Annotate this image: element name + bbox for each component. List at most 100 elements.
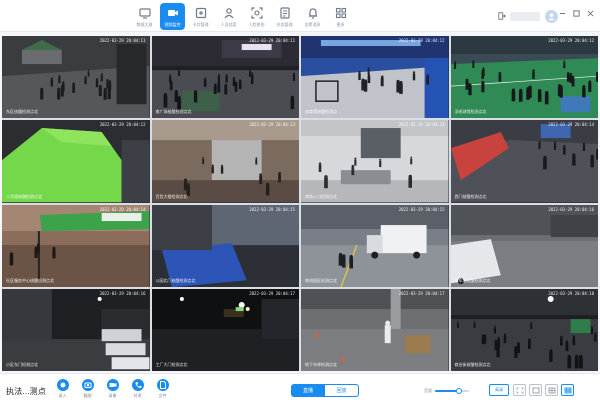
camera-name: 体育馆核酸检测点 (305, 109, 337, 115)
place-title: 执法...测点 (6, 387, 47, 396)
tool-file-button[interactable]: 文件 (154, 379, 171, 399)
main-nav: 数据大屏 视频监控 卡口管理 人员档案 人脸抓拍 任务管理 告警消息 更多 (132, 3, 356, 30)
tool-icon-wrap (56, 379, 69, 391)
tool-screenshot-button[interactable]: 截图 (79, 379, 96, 399)
video-frame (2, 120, 150, 203)
tool-phone-button[interactable]: 对讲 (129, 379, 146, 399)
camera-name: 二号楼核酸检测点北 (6, 193, 42, 199)
nav-item-7[interactable]: 更多 (328, 3, 353, 30)
nav-label: 卡口管理 (192, 22, 209, 27)
camera-name: 工厂大门检测点北 (155, 362, 188, 367)
timestamp: 2022-03-29 20:04:18 (548, 290, 594, 296)
video-icon (109, 383, 116, 387)
user-area (498, 9, 558, 23)
timestamp: 2022-03-29 20:04:12 (99, 122, 146, 128)
checkpoint-icon (195, 7, 206, 19)
volume-caption: 音量 (424, 388, 432, 393)
layout-2x2-button[interactable] (545, 384, 558, 396)
nav-item-4[interactable]: 人脸抓拍 (244, 3, 269, 30)
volume-slider[interactable] (435, 388, 469, 394)
camera-name: 地下车库检测点北 (305, 362, 337, 367)
close-icon[interactable] (587, 10, 594, 17)
video-frame (301, 288, 449, 371)
timestamp: 2022-03-29 20:04:12 (548, 38, 594, 43)
camera-name: 羽毛球馆检测点北 (454, 109, 487, 115)
timestamp: 2022-03-29 20:04:11 (249, 38, 295, 43)
nav-item-6[interactable]: 告警消息 (300, 3, 325, 30)
more-icon (335, 7, 346, 19)
video-tile[interactable]: 2022-03-29 20:04:14 西门核酸检测点北 (450, 120, 598, 203)
user-name (510, 11, 540, 21)
tool-icon-wrap (156, 379, 169, 391)
timestamp: 2022-03-29 20:04:13 (249, 122, 295, 128)
camera-name: 西门核酸检测点北 (454, 193, 487, 199)
file-icon (159, 381, 166, 389)
tool-icon-wrap (131, 379, 144, 391)
camera-name: 停车场核酸检测点北 (454, 277, 491, 283)
video-tile[interactable]: 2022-03-29 20:04:13 商场入口检测点北 (301, 120, 449, 203)
layout-single-button[interactable] (529, 384, 542, 396)
camera-name: 南广场核酸检测点北 (155, 109, 192, 115)
tool-label: 截图 (83, 393, 92, 398)
video-tile[interactable]: 2022-03-29 20:04:12 二号楼核酸检测点北 (2, 120, 150, 203)
quality-button[interactable]: 高清 (489, 384, 509, 396)
video-frame (301, 204, 449, 287)
fullscreen-icon (516, 387, 523, 393)
maximize-icon[interactable] (573, 10, 580, 17)
camera-icon (167, 10, 178, 16)
tool-video-button[interactable]: 录像 (104, 379, 121, 399)
camera-name: 商业街核酸检测点北 (454, 362, 491, 367)
video-tile[interactable]: 2022-03-29 20:04:12 羽毛球馆检测点北 (450, 36, 598, 119)
nav-label: 人员档案 (220, 22, 237, 27)
video-frame (450, 288, 598, 371)
nav-label: 任务管理 (276, 22, 293, 27)
video-frame (151, 36, 299, 119)
timestamp: 2022-03-29 20:04:17 (398, 290, 445, 296)
nav-item-5[interactable]: 任务管理 (272, 3, 297, 30)
timestamp: 2022-03-29 20:04:13 (398, 122, 445, 128)
layout-4x4-button[interactable] (561, 384, 574, 396)
live-mode-button[interactable]: 直播 (291, 384, 325, 397)
tool-group: 录入 截图 录像 对讲 文件 (54, 379, 171, 399)
video-frame (151, 120, 299, 203)
video-tile[interactable]: 2022-03-29 20:04:14 社区服务中心核酸检测点北 (2, 204, 150, 287)
grid-4x4-icon (564, 387, 571, 393)
video-tile[interactable]: 2022-03-29 20:04:15 公园北门核酸检测点北 (151, 204, 299, 287)
top-nav-bar: 数据大屏 视频监控 卡口管理 人员档案 人脸抓拍 任务管理 告警消息 更多 (0, 0, 600, 32)
video-tile[interactable]: 2022-03-29 20:04:18 商业街核酸检测点北 (450, 288, 598, 371)
tool-icon-wrap (81, 379, 94, 391)
volume-knob[interactable] (456, 388, 463, 394)
video-tile[interactable]: 2022-03-29 20:04:17 地下车库检测点北 (301, 288, 449, 371)
tool-record-button[interactable]: 录入 (54, 379, 71, 399)
layout-1x1-button[interactable] (513, 384, 526, 396)
camera-name: 公园北门核酸检测点北 (155, 277, 196, 283)
video-frame (151, 288, 299, 371)
video-tile[interactable]: 2022-03-29 20:04:12 体育馆核酸检测点 (301, 36, 449, 119)
nav-item-2[interactable]: 卡口管理 (188, 3, 213, 30)
nav-item-3[interactable]: 人员档案 (216, 3, 241, 30)
layout-switcher (513, 384, 574, 396)
single-view-icon (532, 387, 539, 393)
video-tile[interactable]: 2022-03-29 20:04:17 工厂大门检测点北 (151, 288, 299, 371)
video-tile[interactable]: 2022-03-29 20:04:11 东区核酸检测点北 (2, 36, 150, 119)
video-tile[interactable]: 2022-03-29 20:04:13 百货大楼检测点北 (151, 120, 299, 203)
video-frame (450, 36, 598, 119)
video-tile[interactable]: 2022-03-29 20:04:16 停车场核酸检测点北 (450, 204, 598, 287)
nav-item-0[interactable]: 数据大屏 (132, 3, 157, 30)
nav-item-1[interactable]: 视频监控 (160, 3, 185, 30)
video-tile[interactable]: 2022-03-29 20:04:15 物流园区检测点北 (301, 204, 449, 287)
camera-name: 百货大楼检测点北 (155, 193, 188, 199)
minimize-icon[interactable] (559, 10, 566, 17)
avatar[interactable] (545, 9, 558, 23)
bottom-toolbar: 执法...测点 录入 截图 录像 对讲 文件 直播 回放 音量 高清 (0, 373, 600, 408)
face-icon (250, 7, 263, 19)
video-frame (2, 288, 150, 371)
logout-icon[interactable] (498, 12, 506, 20)
video-tile[interactable]: 2022-03-29 20:04:11 南广场核酸检测点北 (151, 36, 299, 119)
timestamp: 2022-03-29 20:04:15 (398, 206, 445, 212)
video-tile[interactable]: 2022-03-29 20:04:16 小区东门检测点北 (2, 288, 150, 371)
playback-mode-button[interactable]: 回放 (325, 384, 359, 397)
window-controls (559, 10, 594, 17)
video-frame (301, 36, 449, 119)
tool-label: 录入 (58, 393, 67, 398)
